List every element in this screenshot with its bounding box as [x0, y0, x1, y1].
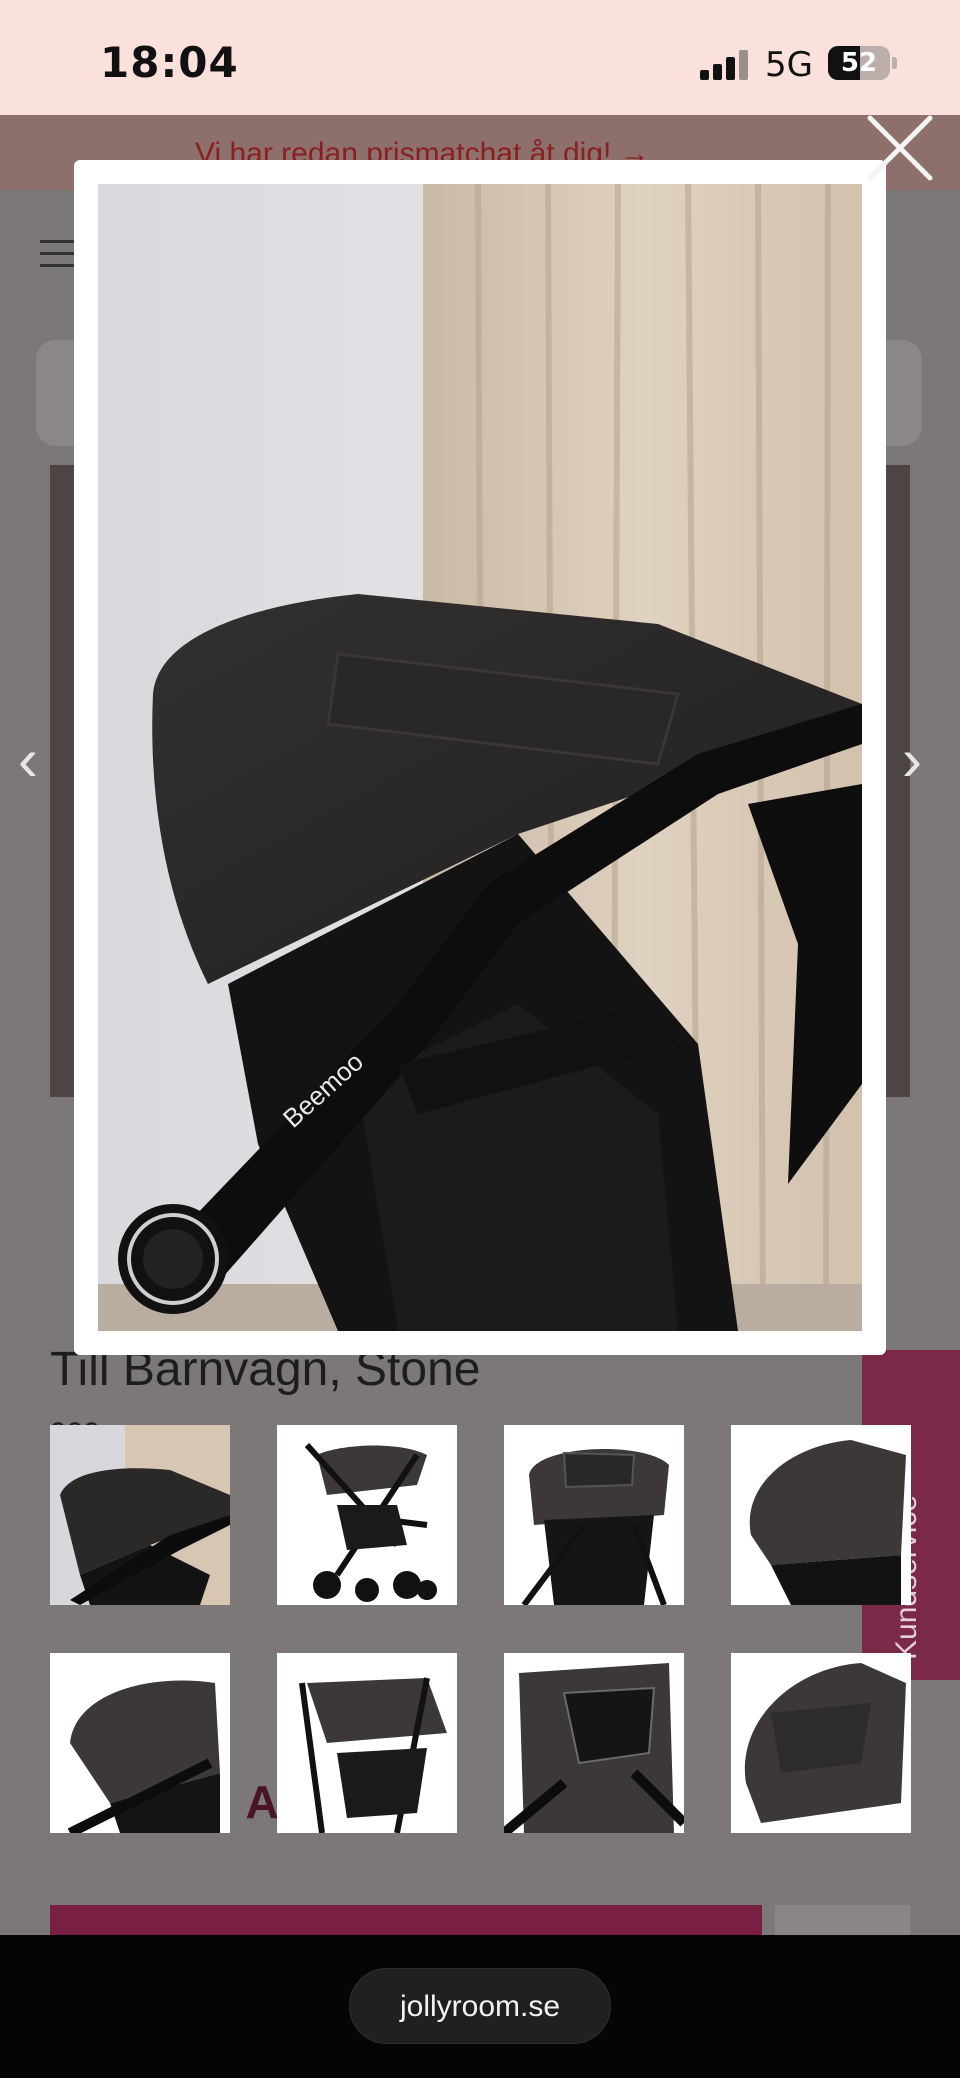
- gallery-thumbnail-8[interactable]: [731, 1653, 911, 1833]
- menu-icon[interactable]: [40, 240, 76, 268]
- gallery-thumbnail-3[interactable]: [504, 1425, 684, 1605]
- gallery-thumbnail-6[interactable]: [277, 1653, 457, 1833]
- close-icon[interactable]: [864, 112, 936, 184]
- signal-icon: [700, 50, 750, 80]
- status-time: 18:04: [100, 38, 239, 87]
- battery-icon: 52: [828, 46, 890, 80]
- favorite-button[interactable]: [775, 1905, 910, 1935]
- battery-level: 52: [840, 48, 878, 78]
- status-bar: 18:04 5G 52: [0, 0, 960, 115]
- gallery-thumbnail-4[interactable]: [731, 1425, 911, 1605]
- battery-cap: [892, 57, 897, 69]
- gallery-thumbnail-2[interactable]: [277, 1425, 457, 1605]
- gallery-prev-icon[interactable]: ‹: [18, 725, 38, 794]
- add-to-cart-button[interactable]: [50, 1905, 762, 1935]
- gallery-thumbnail-1[interactable]: [50, 1425, 230, 1605]
- address-bar[interactable]: jollyroom.se: [349, 1968, 611, 2044]
- gallery-thumbnail-5[interactable]: [50, 1653, 230, 1833]
- network-type: 5G: [765, 45, 813, 85]
- gallery-thumbnail-7[interactable]: [504, 1653, 684, 1833]
- gallery-next-icon[interactable]: ›: [902, 725, 922, 794]
- image-lightbox: Beemoo: [74, 160, 886, 1355]
- lightbox-main-image[interactable]: Beemoo: [98, 184, 862, 1331]
- address-bar-url: jollyroom.se: [399, 1990, 561, 2023]
